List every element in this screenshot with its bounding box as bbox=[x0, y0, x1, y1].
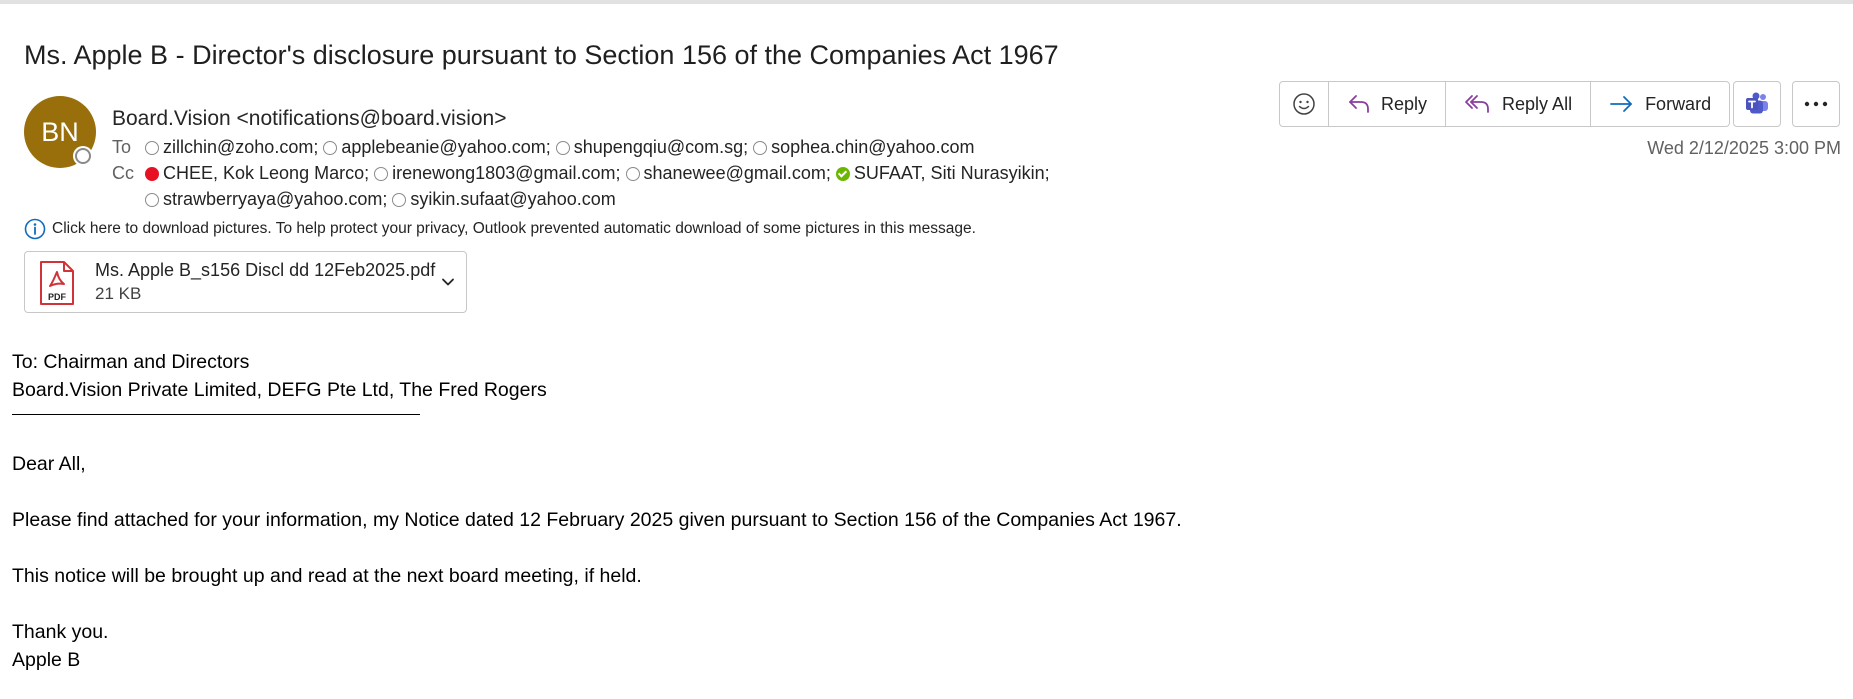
teams-icon bbox=[1746, 92, 1768, 114]
presence-away-icon bbox=[374, 166, 389, 181]
recipient-cc-3[interactable]: shanewee@gmail.com; bbox=[625, 163, 831, 184]
more-ellipsis-icon bbox=[1804, 101, 1828, 107]
emoji-smile-icon bbox=[1293, 93, 1315, 115]
reply-all-label: Reply All bbox=[1502, 93, 1573, 114]
to-label: To bbox=[112, 137, 132, 157]
body-to-line: To: Chairman and Directors bbox=[12, 351, 250, 373]
recipient-to-2[interactable]: applebeanie@yahoo.com; bbox=[323, 137, 551, 158]
forward-button[interactable]: Forward bbox=[1591, 82, 1729, 126]
body-greeting: Dear All, bbox=[12, 453, 86, 475]
presence-available-icon bbox=[835, 166, 850, 181]
attachment-card[interactable]: PDF Ms. Apple B_s156 Discl dd 12Feb2025.… bbox=[24, 251, 467, 313]
forward-icon bbox=[1610, 96, 1632, 112]
body-paragraph-2: This notice will be brought up and read … bbox=[12, 565, 642, 587]
sender-name[interactable]: Board.Vision <notifications@board.vision… bbox=[112, 107, 507, 131]
top-border bbox=[0, 0, 1853, 4]
chevron-down-icon[interactable] bbox=[440, 274, 456, 290]
reply-button[interactable]: Reply bbox=[1329, 82, 1447, 126]
cc-line-continued: strawberryaya@yahoo.com; syikin.sufaat@y… bbox=[145, 189, 621, 210]
message-body: To: Chairman and Directors Board.Vision … bbox=[12, 348, 1182, 674]
recipient-cc-2[interactable]: irenewong1803@gmail.com; bbox=[374, 163, 621, 184]
forward-label: Forward bbox=[1645, 93, 1712, 114]
download-pictures-infobar[interactable]: Click here to download pictures. To help… bbox=[24, 218, 976, 240]
recipient-to-4[interactable]: sophea.chin@yahoo.com bbox=[753, 137, 975, 158]
cc-label: Cc bbox=[112, 163, 134, 183]
emoji-reaction-button[interactable] bbox=[1280, 82, 1329, 126]
body-paragraph-1: Please find attached for your informatio… bbox=[12, 509, 1182, 531]
pdf-icon-label: PDF bbox=[48, 292, 67, 302]
body-signature: Apple B bbox=[12, 649, 81, 671]
recipient-to-3[interactable]: shupengqiu@com.sg; bbox=[555, 137, 748, 158]
attachment-name: Ms. Apple B_s156 Discl dd 12Feb2025.pdf bbox=[95, 260, 436, 280]
infobar-text: Click here to download pictures. To help… bbox=[52, 220, 976, 237]
received-date: Wed 2/12/2025 3:00 PM bbox=[1647, 138, 1841, 158]
teams-button[interactable] bbox=[1733, 81, 1781, 127]
presence-away-icon bbox=[625, 166, 640, 181]
recipient-cc-4[interactable]: SUFAAT, Siti Nurasyikin; bbox=[835, 163, 1050, 184]
body-separator bbox=[12, 414, 420, 415]
attachment-size: 21 KB bbox=[95, 284, 142, 303]
reply-all-icon bbox=[1465, 95, 1489, 113]
recipient-cc-5[interactable]: strawberryaya@yahoo.com; bbox=[145, 189, 387, 210]
more-actions-button[interactable] bbox=[1792, 81, 1840, 127]
message-actions-toolbar: Reply Reply All Forward bbox=[1279, 81, 1731, 127]
avatar-initials: BN bbox=[41, 116, 79, 147]
to-line: To zillchin@zoho.com; applebeanie@yahoo.… bbox=[112, 137, 980, 158]
presence-away-icon bbox=[145, 140, 159, 155]
reply-label: Reply bbox=[1381, 93, 1428, 114]
presence-away-icon bbox=[323, 140, 338, 155]
body-companies-line: Board.Vision Private Limited, DEFG Pte L… bbox=[12, 379, 547, 401]
body-closing: Thank you. bbox=[12, 621, 109, 643]
recipient-to-1[interactable]: zillchin@zoho.com; bbox=[145, 137, 318, 158]
info-icon bbox=[24, 218, 46, 240]
presence-away-icon bbox=[753, 140, 768, 155]
presence-away-icon bbox=[392, 192, 407, 207]
pdf-icon: PDF bbox=[40, 261, 74, 305]
reply-icon bbox=[1349, 95, 1369, 113]
reply-all-button[interactable]: Reply All bbox=[1446, 82, 1592, 126]
email-subject: Ms. Apple B - Director's disclosure purs… bbox=[24, 40, 1059, 70]
presence-busy-icon bbox=[145, 166, 159, 181]
presence-away-icon bbox=[555, 140, 570, 155]
cc-line: Cc CHEE, Kok Leong Marco; irenewong1803@… bbox=[112, 163, 1055, 184]
presence-away-icon bbox=[145, 192, 159, 207]
recipient-cc-6[interactable]: syikin.sufaat@yahoo.com bbox=[392, 189, 616, 210]
recipient-cc-1[interactable]: CHEE, Kok Leong Marco; bbox=[145, 163, 369, 184]
presence-status-icon bbox=[75, 148, 91, 164]
